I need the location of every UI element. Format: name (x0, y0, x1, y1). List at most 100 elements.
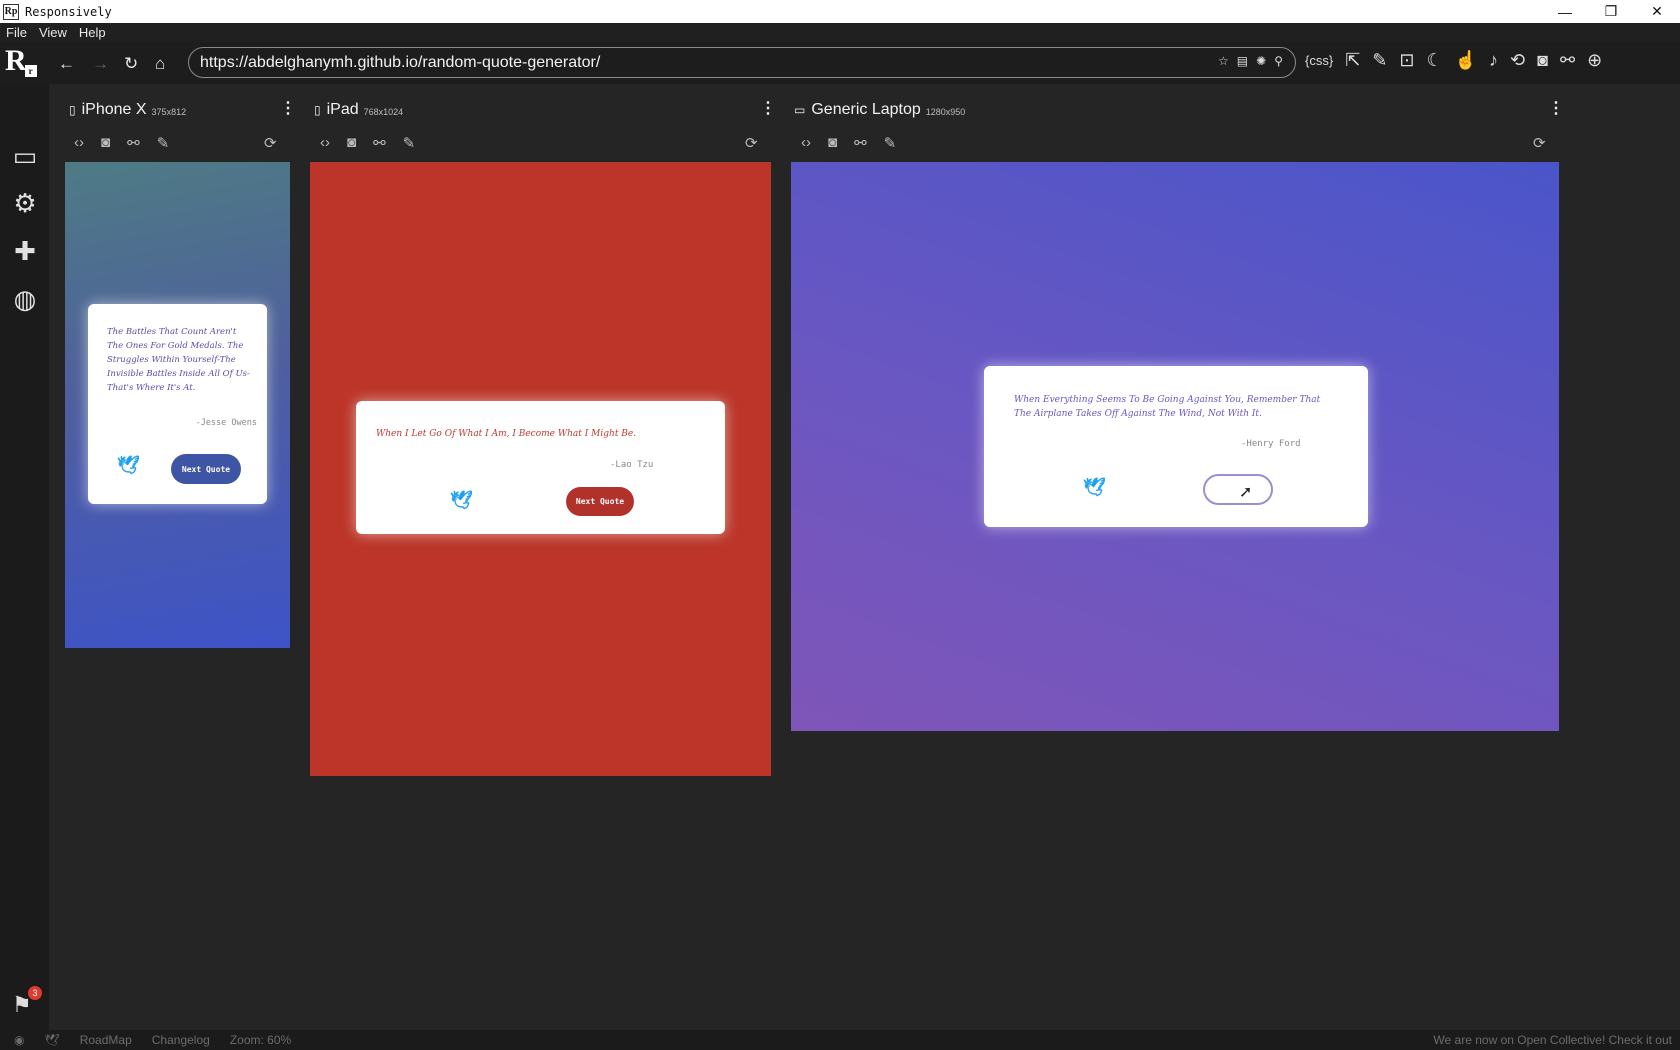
screenshot-icon[interactable]: ◙ (101, 134, 110, 152)
twitter-icon[interactable]: 🕊 (117, 455, 140, 476)
menu-file[interactable]: File (6, 25, 27, 40)
device-toolbar: ‹› ◙ ⚯ ✎ (74, 134, 169, 152)
device-screen-ipad[interactable]: When I Let Go Of What I Am, I Become Wha… (310, 162, 771, 776)
scroll-capture-icon[interactable]: ⚯ (127, 134, 140, 152)
device-screen-iphone-x[interactable]: The Battles That Count Aren't The Ones F… (65, 162, 290, 648)
phone-icon: ▯ (69, 103, 76, 117)
scroll-capture-icon[interactable]: ⚯ (373, 134, 386, 152)
quote-card: When I Let Go Of What I Am, I Become Wha… (356, 401, 725, 534)
device-tools-bar: {css} ⇱ ✎ ⊡ ☾ ☝ ♪ ⟲ ◙ ⚯ ⊕ (1305, 50, 1602, 71)
roadmap-link[interactable]: RoadMap (80, 1033, 132, 1047)
left-sidebar (0, 84, 49, 1030)
inspect-element-icon[interactable]: ⇱ (1345, 50, 1360, 71)
restore-button[interactable]: ❐ (1588, 0, 1634, 23)
status-bar: ◉ 🕊 RoadMap Changelog Zoom: 60% We are n… (0, 1030, 1680, 1050)
device-name: iPhone X (81, 101, 147, 118)
devtools-icon[interactable]: ‹› (320, 134, 330, 152)
quote-author: -Jesse Owens (195, 418, 257, 428)
quote-card: When Everything Seems To Be Going Agains… (984, 366, 1368, 527)
storage-icon[interactable]: ▤ (1237, 54, 1248, 68)
edit-icon[interactable]: ✎ (1372, 50, 1387, 71)
reload-icon[interactable]: ↻ (124, 54, 138, 74)
quote-author: -Lao Tzu (610, 460, 654, 470)
scroll-capture-icon[interactable]: ⚯ (854, 134, 867, 152)
permissions-icon[interactable]: ⚲ (1274, 54, 1283, 68)
device-menu-icon[interactable]: ⋮ (1548, 98, 1564, 118)
quote-text: When I Let Go Of What I Am, I Become Wha… (376, 429, 637, 439)
extensions-puzzle-icon[interactable]: ✚ (9, 235, 41, 267)
device-dims: 1280x950 (925, 107, 966, 117)
url-text[interactable]: https://abdelghanymh.github.io/random-qu… (200, 54, 600, 72)
device-name: Generic Laptop (811, 101, 921, 118)
notification-badge: 3 (28, 986, 42, 1000)
forward-arrow-icon[interactable]: → (92, 54, 109, 74)
screenshot-icon[interactable]: ◙ (347, 134, 356, 152)
device-toolbar: ‹› ◙ ⚯ ✎ (801, 134, 896, 152)
device-menu-icon[interactable]: ⋮ (760, 98, 776, 118)
device-screen-generic-laptop[interactable]: When Everything Seems To Be Going Agains… (791, 162, 1559, 731)
sync-scroll-icon[interactable]: ⚯ (1560, 50, 1575, 71)
twitter-icon[interactable]: 🕊 (44, 1033, 59, 1047)
device-dims: 375x812 (151, 107, 187, 117)
app-logo: R r (5, 45, 41, 81)
zoom-inspect-icon[interactable]: ⊡ (1399, 50, 1414, 71)
window-title: Responsively (25, 4, 112, 19)
css-toggle-button[interactable]: {css} (1305, 53, 1333, 68)
logo-letter: R (5, 44, 27, 77)
settings-gear-icon[interactable]: ⚙ (9, 187, 41, 219)
clear-cookies-icon[interactable]: ✺ (1256, 54, 1266, 68)
device-menu-icon[interactable]: ⋮ (280, 98, 296, 118)
devtools-icon[interactable]: ‹› (801, 134, 811, 152)
mute-icon[interactable]: ♪ (1489, 50, 1498, 71)
app-icon: Rp (3, 3, 19, 20)
network-globe-icon[interactable]: ◍ (9, 283, 41, 315)
device-header-ipad: ▯ iPad 768x1024 (314, 98, 403, 122)
devices-icon[interactable]: ▭ (9, 140, 41, 172)
dark-mode-icon[interactable]: ☾ (1426, 50, 1442, 71)
device-dims: 768x1024 (363, 107, 404, 117)
mouse-cursor-icon: ➚ (1239, 484, 1253, 501)
screenshot-icon[interactable]: ◙ (828, 134, 837, 152)
close-button[interactable]: ✕ (1634, 0, 1680, 23)
github-icon[interactable]: ◉ (14, 1033, 24, 1047)
zoom-in-icon[interactable]: ⊕ (1587, 50, 1602, 71)
next-quote-button[interactable]: Next Quote (566, 487, 634, 516)
address-bar[interactable]: https://abdelghanymh.github.io/random-qu… (188, 47, 1296, 78)
device-toolbar: ‹› ◙ ⚯ ✎ (320, 134, 415, 152)
rotate-icon[interactable]: ⟳ (1533, 134, 1546, 152)
quote-author: -Henry Ford (1241, 439, 1301, 449)
logo-small-letter: r (24, 65, 37, 77)
bookmark-star-icon[interactable]: ☆ (1218, 54, 1229, 68)
screenshot-all-icon[interactable]: ◙ (1537, 50, 1548, 71)
rotate-icon[interactable]: ⟳ (264, 134, 277, 152)
home-icon[interactable]: ⌂ (155, 54, 165, 74)
window-titlebar: Rp Responsively — ❐ ✕ (0, 0, 1680, 23)
edit-icon[interactable]: ✎ (884, 134, 897, 152)
touch-icon[interactable]: ☝ (1455, 50, 1477, 71)
device-name: iPad (326, 101, 359, 118)
next-quote-button[interactable] (1203, 474, 1273, 505)
quote-text: The Battles That Count Aren't The Ones F… (107, 327, 250, 393)
next-quote-button[interactable]: Next Quote (171, 454, 241, 484)
twitter-icon[interactable]: 🕊 (1083, 477, 1106, 498)
rotate-icon[interactable]: ⟳ (745, 134, 758, 152)
laptop-icon: ▭ (794, 103, 806, 117)
edit-icon[interactable]: ✎ (157, 134, 170, 152)
devtools-icon[interactable]: ‹› (74, 134, 84, 152)
menu-view[interactable]: View (39, 25, 67, 40)
changelog-link[interactable]: Changelog (152, 1033, 210, 1047)
edit-icon[interactable]: ✎ (403, 134, 416, 152)
quote-card: The Battles That Count Aren't The Ones F… (88, 304, 267, 504)
device-header-generic-laptop: ▭ Generic Laptop 1280x950 (794, 98, 965, 122)
open-collective-notice[interactable]: We are now on Open Collective! Check it … (1433, 1033, 1672, 1047)
rotate-all-icon[interactable]: ⟲ (1510, 50, 1525, 71)
twitter-icon[interactable]: 🕊 (450, 490, 473, 511)
minimize-button[interactable]: — (1542, 0, 1588, 23)
zoom-level: Zoom: 60% (229, 1033, 292, 1047)
menu-bar: File View Help (0, 23, 1680, 42)
menu-help[interactable]: Help (79, 25, 106, 40)
device-header-iphone-x: ▯ iPhone X 375x812 (69, 98, 186, 122)
back-arrow-icon[interactable]: ← (58, 54, 75, 74)
quote-text: When Everything Seems To Be Going Agains… (1014, 395, 1321, 419)
tablet-icon: ▯ (314, 103, 321, 117)
